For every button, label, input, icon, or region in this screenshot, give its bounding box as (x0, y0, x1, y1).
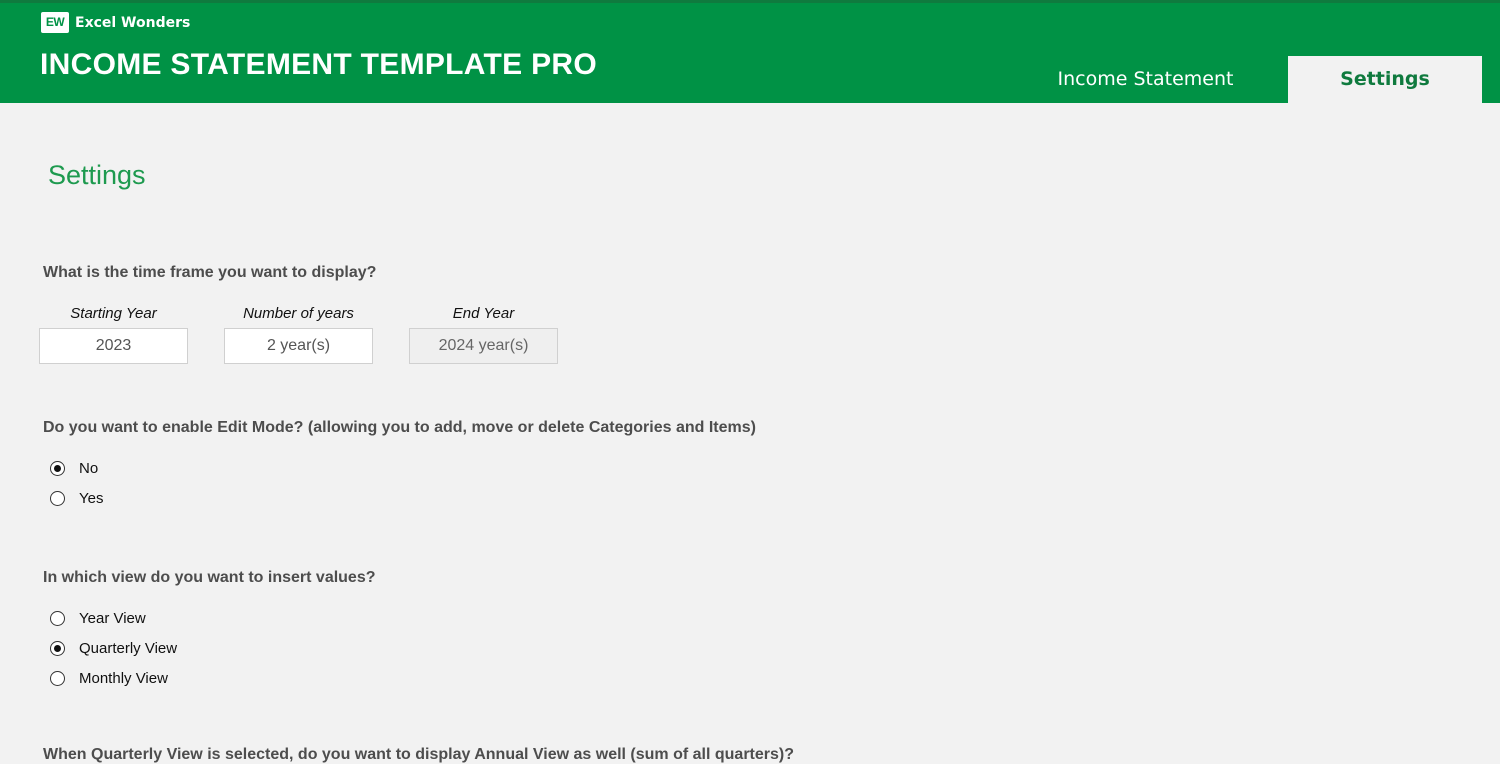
view-question: In which view do you want to insert valu… (43, 569, 376, 586)
tab-income-statement[interactable]: Income Statement (1003, 56, 1288, 103)
timeframe-question: What is the time frame you want to displ… (43, 264, 377, 281)
view-option-quarterly[interactable]: Quarterly View (50, 638, 177, 658)
brand-logo-icon: EW (41, 12, 69, 33)
starting-year-input[interactable]: 2023 (39, 328, 188, 364)
radio-checked-icon[interactable] (50, 460, 65, 476)
app-title: INCOME STATEMENT TEMPLATE PRO (40, 48, 598, 81)
edit-mode-option-no[interactable]: No (50, 458, 98, 478)
num-years-label: Number of years (243, 305, 354, 322)
radio-unchecked-icon[interactable] (50, 490, 65, 506)
radio-unchecked-icon[interactable] (50, 610, 65, 626)
radio-unchecked-icon[interactable] (50, 670, 65, 686)
starting-year-label: Starting Year (70, 305, 157, 322)
brand: EW Excel Wonders (41, 12, 190, 33)
radio-checked-icon[interactable] (50, 640, 65, 656)
edit-mode-option-yes-label: Yes (79, 489, 104, 507)
view-option-year[interactable]: Year View (50, 608, 146, 628)
end-year-label: End Year (452, 305, 515, 322)
app-header: EW Excel Wonders INCOME STATEMENT TEMPLA… (0, 0, 1500, 103)
page-title: Settings (48, 160, 146, 190)
view-option-quarterly-label: Quarterly View (79, 639, 178, 657)
view-option-year-label: Year View (79, 609, 146, 627)
annual-view-question: When Quarterly View is selected, do you … (43, 746, 794, 763)
edit-mode-option-yes[interactable]: Yes (50, 488, 103, 508)
edit-mode-option-no-label: No (79, 459, 99, 477)
view-option-monthly[interactable]: Monthly View (50, 668, 168, 688)
tab-settings[interactable]: Settings (1288, 56, 1482, 103)
view-option-monthly-label: Monthly View (79, 669, 168, 687)
brand-name: Excel Wonders (75, 14, 191, 31)
num-years-input[interactable]: 2 year(s) (224, 328, 373, 364)
edit-mode-question: Do you want to enable Edit Mode? (allowi… (43, 419, 756, 436)
end-year-value: 2024 year(s) (409, 328, 558, 364)
